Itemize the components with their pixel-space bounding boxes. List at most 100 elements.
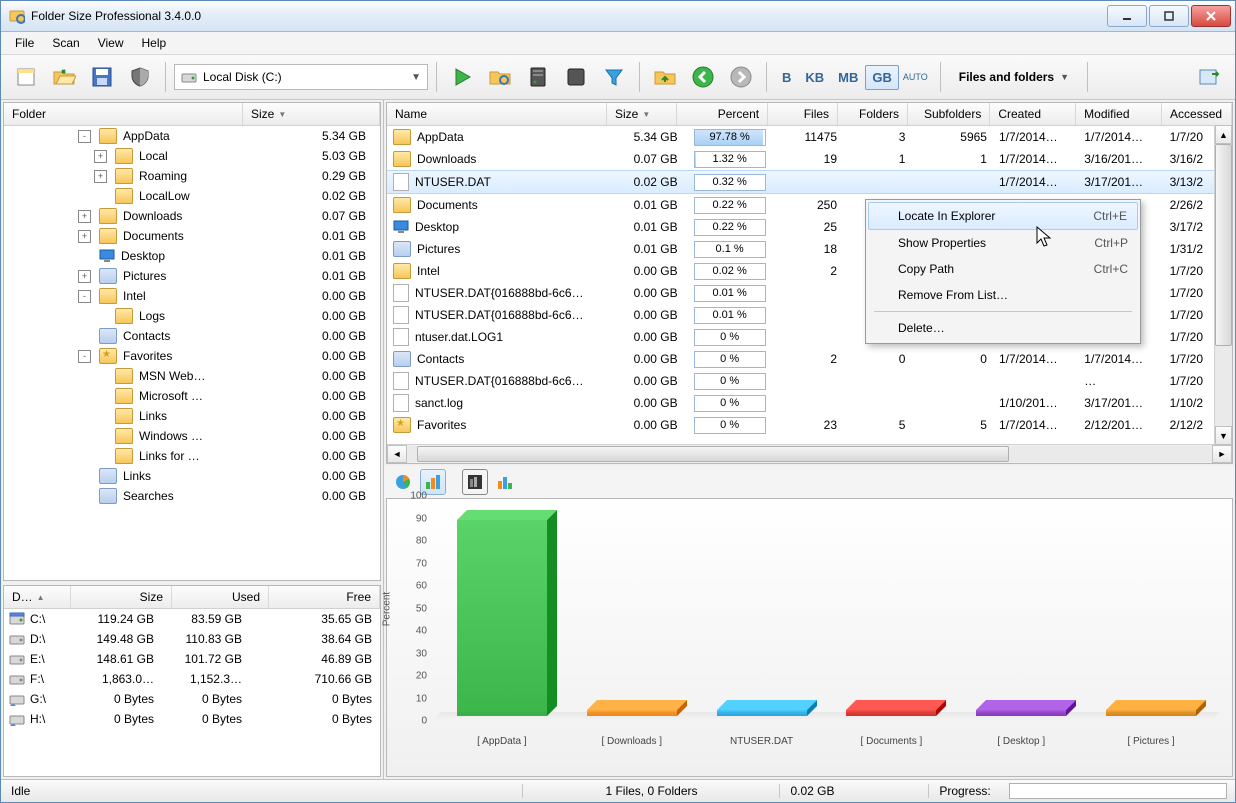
tree-item[interactable]: +Roaming0.29 GB bbox=[4, 166, 380, 186]
chart-3d-button[interactable] bbox=[462, 469, 488, 495]
forward-button[interactable] bbox=[724, 60, 758, 94]
drive-row[interactable]: H:\0 Bytes0 Bytes0 Bytes bbox=[4, 709, 380, 729]
ctx-delete-[interactable]: Delete… bbox=[868, 315, 1138, 341]
tree-item[interactable]: LocalLow0.02 GB bbox=[4, 186, 380, 206]
unit-mb[interactable]: MB bbox=[831, 65, 865, 90]
list-row[interactable]: Contacts0.00 GB0 %2001/7/2014…1/7/2014…1… bbox=[387, 348, 1232, 370]
folder-tree[interactable]: -AppData5.34 GB+Local5.03 GB+Roaming0.29… bbox=[4, 126, 380, 580]
status-progress-label: Progress: bbox=[929, 784, 1000, 798]
expand-toggle[interactable]: + bbox=[94, 150, 107, 163]
horizontal-scrollbar[interactable]: ◄► bbox=[387, 444, 1232, 463]
tree-item[interactable]: -AppData5.34 GB bbox=[4, 126, 380, 146]
tree-item[interactable]: Contacts0.00 GB bbox=[4, 326, 380, 346]
menu-view[interactable]: View bbox=[90, 34, 132, 52]
unit-auto[interactable]: AUTO bbox=[899, 68, 932, 86]
tree-item[interactable]: +Pictures0.01 GB bbox=[4, 266, 380, 286]
status-files: 1 Files, 0 Folders bbox=[523, 784, 780, 798]
play-button[interactable] bbox=[445, 60, 479, 94]
new-scan-button[interactable] bbox=[9, 60, 43, 94]
expand-toggle[interactable]: - bbox=[78, 130, 91, 143]
drive-row[interactable]: C:\119.24 GB83.59 GB35.65 GB bbox=[4, 609, 380, 629]
chart-xlabel: [ Downloads ] bbox=[601, 736, 662, 747]
list-header-files[interactable]: Files bbox=[768, 103, 838, 125]
drives-header-free[interactable]: Free bbox=[269, 586, 380, 608]
menu-scan[interactable]: Scan bbox=[44, 34, 87, 52]
list-header-created[interactable]: Created bbox=[990, 103, 1076, 125]
tree-item[interactable]: Links0.00 GB bbox=[4, 406, 380, 426]
list-header-size[interactable]: Size ▼ bbox=[607, 103, 677, 125]
drives-header-drive[interactable]: D…▲ bbox=[4, 586, 71, 608]
tree-item[interactable]: Links for …0.00 GB bbox=[4, 446, 380, 466]
tree-item[interactable]: Microsoft …0.00 GB bbox=[4, 386, 380, 406]
tree-header-size[interactable]: Size▼ bbox=[243, 103, 380, 125]
ctx-show-properties[interactable]: Show PropertiesCtrl+P bbox=[868, 230, 1138, 256]
filter-button[interactable] bbox=[597, 60, 631, 94]
shield-button[interactable] bbox=[123, 60, 157, 94]
tree-item[interactable]: -Intel0.00 GB bbox=[4, 286, 380, 306]
drive-row[interactable]: D:\149.48 GB110.83 GB38.64 GB bbox=[4, 629, 380, 649]
status-bar: Idle 1 Files, 0 Folders 0.02 GB Progress… bbox=[1, 779, 1235, 802]
list-row[interactable]: sanct.log0.00 GB0 %1/10/201…3/17/201…1/1… bbox=[387, 392, 1232, 414]
unit-gb[interactable]: GB bbox=[865, 65, 899, 90]
menu-help[interactable]: Help bbox=[134, 34, 175, 52]
tree-item[interactable]: Windows …0.00 GB bbox=[4, 426, 380, 446]
vertical-scrollbar[interactable]: ▲▼ bbox=[1214, 125, 1232, 445]
list-header-subfolders[interactable]: Subfolders bbox=[908, 103, 990, 125]
status-size: 0.02 GB bbox=[780, 784, 929, 798]
server-button[interactable] bbox=[521, 60, 555, 94]
tree-item[interactable]: +Local5.03 GB bbox=[4, 146, 380, 166]
tree-item[interactable]: +Documents0.01 GB bbox=[4, 226, 380, 246]
maximize-button[interactable] bbox=[1149, 5, 1189, 27]
list-header-accessed[interactable]: Accessed bbox=[1162, 103, 1232, 125]
expand-toggle[interactable]: - bbox=[78, 350, 91, 363]
tree-item[interactable]: Desktop0.01 GB bbox=[4, 246, 380, 266]
drive-row[interactable]: E:\148.61 GB101.72 GB46.89 GB bbox=[4, 649, 380, 669]
files-folders-dropdown[interactable]: Files and folders ▼ bbox=[949, 70, 1079, 84]
minimize-button[interactable] bbox=[1107, 5, 1147, 27]
expand-toggle[interactable]: + bbox=[78, 230, 91, 243]
expand-toggle[interactable]: + bbox=[78, 270, 91, 283]
save-button[interactable] bbox=[85, 60, 119, 94]
ctx-copy-path[interactable]: Copy PathCtrl+C bbox=[868, 256, 1138, 282]
expand-toggle[interactable]: + bbox=[94, 170, 107, 183]
tree-header-folder[interactable]: Folder bbox=[4, 103, 243, 125]
list-header-percent[interactable]: Percent bbox=[677, 103, 768, 125]
list-row[interactable]: ★Favorites0.00 GB0 %23551/7/2014…2/12/20… bbox=[387, 414, 1232, 436]
list-row[interactable]: Downloads0.07 GB1.32 %19111/7/2014…3/16/… bbox=[387, 148, 1232, 170]
list-row[interactable]: NTUSER.DAT0.02 GB0.32 %1/7/2014…3/17/201… bbox=[387, 170, 1232, 194]
close-button[interactable] bbox=[1191, 5, 1231, 27]
list-header-name[interactable]: Name bbox=[387, 103, 607, 125]
expand-toggle[interactable]: - bbox=[78, 290, 91, 303]
drives-header-size[interactable]: Size bbox=[71, 586, 172, 608]
list-header-folders[interactable]: Folders bbox=[838, 103, 908, 125]
drives-list[interactable]: C:\119.24 GB83.59 GB35.65 GBD:\149.48 GB… bbox=[4, 609, 380, 729]
export-button[interactable] bbox=[1193, 60, 1227, 94]
open-button[interactable] bbox=[47, 60, 81, 94]
chart-xlabel: [ Pictures ] bbox=[1127, 736, 1174, 747]
drive-select[interactable]: Local Disk (C:) ▼ bbox=[174, 64, 428, 90]
drive-row[interactable]: G:\0 Bytes0 Bytes0 Bytes bbox=[4, 689, 380, 709]
list-header-modified[interactable]: Modified bbox=[1076, 103, 1162, 125]
tree-item[interactable]: Searches0.00 GB bbox=[4, 486, 380, 506]
tree-item[interactable]: -★Favorites0.00 GB bbox=[4, 346, 380, 366]
tree-item[interactable]: Links0.00 GB bbox=[4, 466, 380, 486]
unit-kb[interactable]: KB bbox=[798, 65, 831, 90]
stop-button[interactable] bbox=[559, 60, 593, 94]
tree-item[interactable]: +Downloads0.07 GB bbox=[4, 206, 380, 226]
unit-b[interactable]: B bbox=[775, 65, 798, 90]
chart-flat-button[interactable] bbox=[492, 469, 518, 495]
menu-file[interactable]: File bbox=[7, 34, 42, 52]
list-row[interactable]: AppData5.34 GB97.78 %11475359651/7/2014…… bbox=[387, 126, 1232, 148]
ctx-locate-in-explorer[interactable]: Locate In ExplorerCtrl+E bbox=[868, 202, 1138, 230]
back-button[interactable] bbox=[686, 60, 720, 94]
scan-folder-button[interactable] bbox=[483, 60, 517, 94]
expand-toggle[interactable]: + bbox=[78, 210, 91, 223]
up-folder-button[interactable] bbox=[648, 60, 682, 94]
drive-row[interactable]: F:\1,863.0…1,152.3…710.66 GB bbox=[4, 669, 380, 689]
ctx-remove-from-list-[interactable]: Remove From List… bbox=[868, 282, 1138, 308]
tree-item[interactable]: Logs0.00 GB bbox=[4, 306, 380, 326]
tree-item[interactable]: MSN Web…0.00 GB bbox=[4, 366, 380, 386]
list-row[interactable]: NTUSER.DAT{016888bd-6c6…0.00 GB0 %…1/7/2… bbox=[387, 370, 1232, 392]
app-icon bbox=[9, 8, 25, 24]
drives-header-used[interactable]: Used bbox=[172, 586, 269, 608]
